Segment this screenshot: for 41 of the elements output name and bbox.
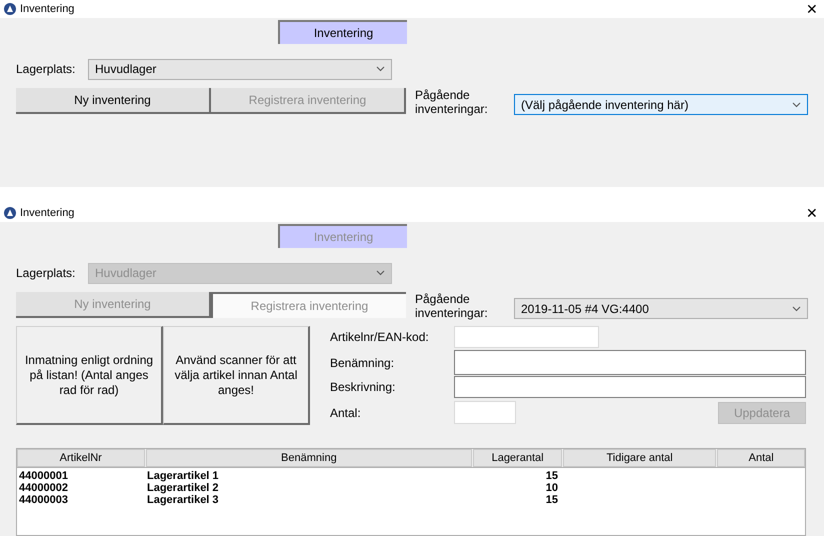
close-button[interactable]: ✕	[806, 2, 818, 16]
field-label: Antal:	[330, 404, 362, 422]
table-cell: 15	[546, 494, 558, 506]
column-header[interactable]: Lagerantal	[473, 449, 562, 467]
field-label: Pågående inventeringar:	[415, 88, 489, 116]
chevron-down-icon	[376, 66, 385, 72]
table-cell: 10	[546, 482, 558, 494]
table-cell: 44000001	[19, 470, 68, 482]
window-title: Inventering	[20, 2, 74, 17]
tab[interactable]: Inventering	[278, 20, 407, 44]
table-cell: Lagerartikel 2	[147, 482, 219, 494]
close-button[interactable]: ✕	[806, 206, 818, 220]
field-label: Benämning:	[330, 354, 396, 372]
app-icon	[4, 3, 16, 15]
table-cell: 15	[546, 470, 558, 482]
field-label: Lagerplats:	[15, 265, 76, 282]
table-cell: 44000003	[19, 494, 68, 506]
entry-mode-button[interactable]: Använd scanner för att välja artikel innan Antal anges!	[163, 326, 310, 425]
table-cell: Lagerartikel 3	[147, 494, 219, 506]
table-cell: Lagerartikel 1	[147, 470, 219, 482]
table-cell: 44000002	[19, 482, 68, 494]
field-label: Beskrivning:	[330, 379, 396, 396]
column-header[interactable]: Antal	[717, 449, 805, 467]
field-label: Lagerplats:	[15, 61, 76, 78]
chevron-down-icon	[792, 306, 801, 312]
app-icon	[4, 207, 16, 219]
dropdown[interactable]: (Välj pågående inventering här)	[514, 94, 808, 115]
chevron-down-icon	[792, 102, 801, 108]
dropdown[interactable]: 2019-11-05 #4 VG:4400	[514, 298, 808, 319]
column-header[interactable]: Benämning	[146, 449, 472, 467]
column-header[interactable]: Tidigare antal	[562, 449, 716, 467]
chevron-down-icon	[376, 270, 385, 276]
dropdown[interactable]: Huvudlager	[88, 58, 392, 80]
field-label: Pågående inventeringar:	[415, 292, 489, 320]
column-header[interactable]: ArtikelNr	[17, 449, 145, 467]
input-field[interactable]	[454, 350, 806, 375]
entry-mode-button[interactable]: Inmatning enligt ordning på listan! (Antal anges rad för rad)	[16, 326, 163, 425]
window-title: Inventering	[20, 206, 74, 221]
field-label: Artikelnr/EAN-kod:	[330, 329, 430, 346]
input-field[interactable]	[454, 376, 806, 398]
mode-button[interactable]: Ny inventering	[16, 88, 211, 114]
